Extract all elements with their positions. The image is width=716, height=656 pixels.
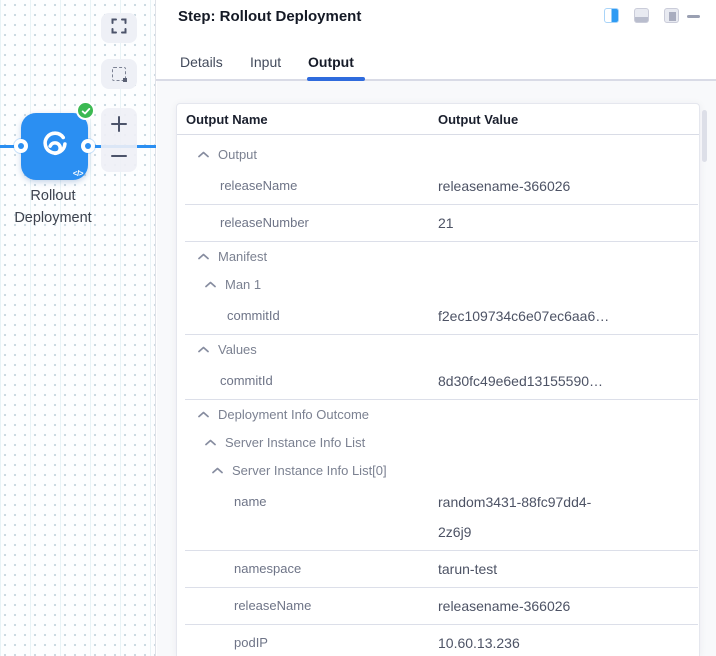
group-label: Manifest	[218, 249, 267, 264]
output-name-cell: commitId	[177, 366, 438, 396]
active-tab-underline	[307, 77, 365, 81]
column-header-output-value: Output Value	[438, 112, 518, 127]
chevron-up-icon[interactable]	[198, 151, 209, 158]
output-group-row[interactable]: Server Instance Info List[0]	[177, 456, 699, 484]
output-group-row[interactable]: Manifest	[177, 242, 699, 270]
output-kv-row: releaseNumber21	[177, 205, 699, 241]
app-root: { "canvas": { "node": { "label": "Rollou…	[0, 0, 716, 656]
zoom-in-button[interactable]	[110, 115, 128, 133]
group-label: Output	[218, 147, 257, 162]
node-rollout-deployment[interactable]: </>	[21, 113, 88, 180]
zoom-out-button[interactable]	[110, 147, 128, 165]
output-group-row[interactable]: Values	[177, 335, 699, 363]
chevron-up-icon[interactable]	[205, 439, 216, 446]
output-name-cell: namespace	[177, 554, 438, 584]
chevron-up-icon[interactable]	[198, 253, 209, 260]
node-input-port	[14, 139, 28, 153]
output-value-cell: random3431-88fc97dd4- 2z6j9	[438, 487, 699, 547]
output-kv-row: commitId8d30fc49e6ed13155590…	[177, 363, 699, 399]
group-label: Deployment Info Outcome	[218, 407, 369, 422]
fullscreen-icon	[111, 18, 127, 39]
node-output-port	[81, 139, 95, 153]
group-label: Server Instance Info List	[225, 435, 365, 450]
output-value-cell: releasename-366026	[438, 171, 699, 201]
code-icon: </>	[73, 169, 83, 178]
scrollbar-thumb[interactable]	[702, 110, 707, 162]
output-name-cell: commitId	[177, 301, 438, 331]
group-label: Values	[218, 342, 257, 357]
rollout-spiral-icon	[38, 127, 72, 166]
minimize-icon[interactable]	[687, 15, 700, 18]
layout-split-right-icon[interactable]	[604, 8, 619, 23]
fullscreen-button[interactable]	[101, 13, 137, 43]
output-value-cell: 21	[438, 208, 699, 238]
output-group-row[interactable]: Server Instance Info List	[177, 428, 699, 456]
layout-split-bottom-icon[interactable]	[634, 8, 649, 23]
output-kv-row: releaseNamereleasename-366026	[177, 168, 699, 204]
output-group-row[interactable]: Deployment Info Outcome	[177, 400, 699, 428]
marquee-select-button[interactable]	[101, 59, 137, 89]
tab-input[interactable]: Input	[250, 54, 281, 70]
chevron-up-icon[interactable]	[198, 346, 209, 353]
output-name-cell: releaseNumber	[177, 208, 438, 238]
output-value-cell: 8d30fc49e6ed13155590…	[438, 366, 699, 396]
output-kv-row: namespacetarun-test	[177, 551, 699, 587]
output-name-cell: podIP	[177, 628, 438, 656]
group-label: Man 1	[225, 277, 261, 292]
output-kv-row: commitIdf2ec109734c6e07ec6aa6…	[177, 298, 699, 334]
chevron-up-icon[interactable]	[212, 467, 223, 474]
output-name-cell: releaseName	[177, 591, 438, 621]
output-table-card: Output Name Output Value Output releaseNa…	[176, 103, 700, 656]
output-value-cell: tarun-test	[438, 554, 699, 584]
output-kv-row: namerandom3431-88fc97dd4- 2z6j9	[177, 484, 699, 550]
layout-float-icon[interactable]	[664, 8, 679, 23]
output-value-cell: f2ec109734c6e07ec6aa6…	[438, 301, 699, 331]
zoom-controls	[101, 108, 137, 172]
output-kv-row: releaseNamereleasename-366026	[177, 588, 699, 624]
tab-output[interactable]: Output	[308, 54, 354, 70]
success-check-icon	[76, 101, 95, 120]
node-label: Rollout Deployment	[0, 185, 109, 229]
column-header-output-name: Output Name	[177, 112, 438, 127]
chevron-up-icon[interactable]	[198, 411, 209, 418]
output-group-row[interactable]: Output	[177, 140, 699, 168]
chevron-up-icon[interactable]	[205, 281, 216, 288]
table-header-row: Output Name Output Value	[177, 104, 699, 135]
pipeline-canvas[interactable]: </> Rollout Deployment	[0, 0, 156, 656]
output-group-row[interactable]: Man 1	[177, 270, 699, 298]
marquee-select-icon	[112, 67, 126, 81]
output-kv-row: podIP10.60.13.236	[177, 625, 699, 656]
tab-details[interactable]: Details	[180, 54, 223, 70]
output-name-cell: releaseName	[177, 171, 438, 201]
output-value-cell: releasename-366026	[438, 591, 699, 621]
output-value-cell: 10.60.13.236	[438, 628, 699, 656]
page-title: Step: Rollout Deployment	[178, 8, 361, 25]
output-name-cell: name	[177, 487, 438, 517]
table-body: OutputreleaseNamereleasename-366026relea…	[177, 135, 699, 656]
group-label: Server Instance Info List[0]	[232, 463, 387, 478]
